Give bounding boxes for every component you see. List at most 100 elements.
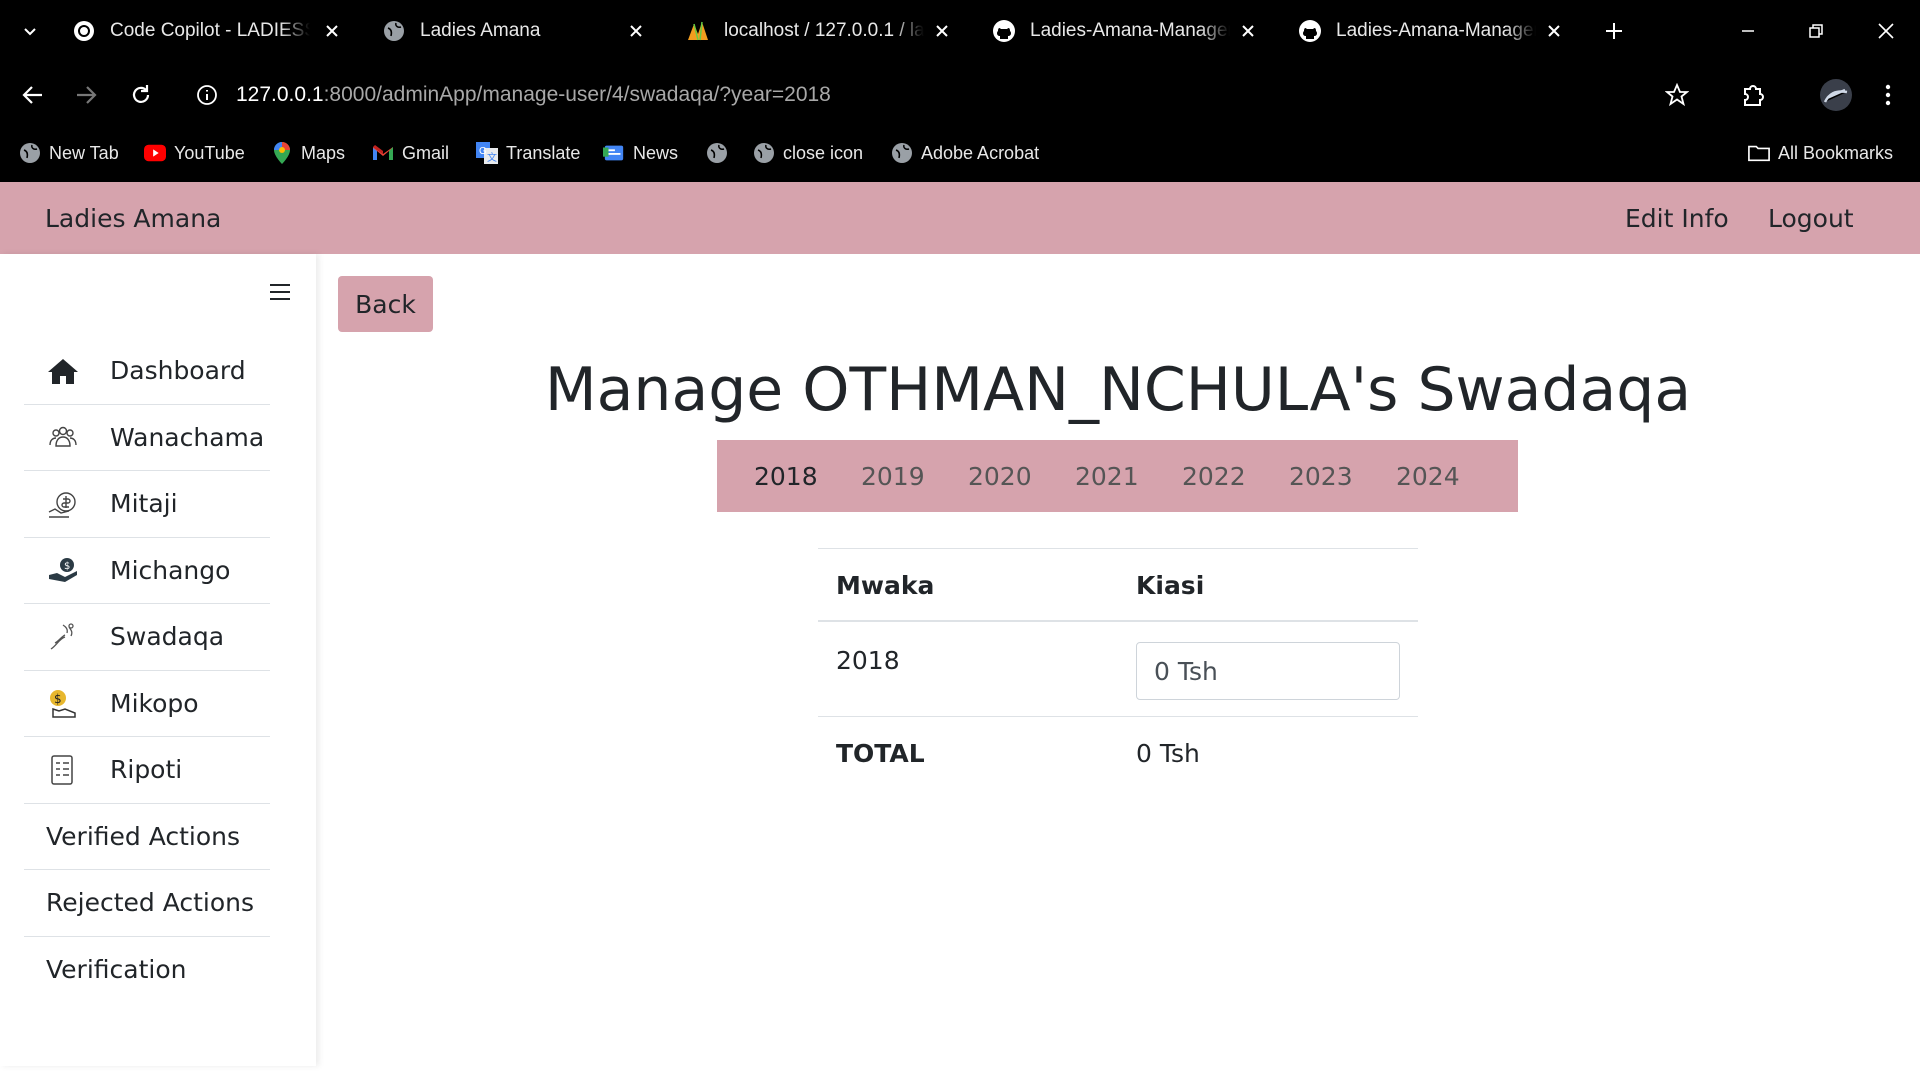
browser-chrome: Code Copilot - LADIESS-S Ladies Amana lo… <box>0 0 1920 183</box>
forward-nav-button[interactable] <box>72 81 100 109</box>
close-icon[interactable] <box>930 19 954 43</box>
bookmark-label: News <box>633 142 679 163</box>
sidebar-item-mikopo[interactable]: $ Mikopo <box>24 671 270 737</box>
globe-icon <box>382 19 406 43</box>
profile-avatar[interactable] <box>1818 77 1854 113</box>
column-header-kiasi: Kiasi <box>1136 571 1205 600</box>
hand-coin-icon: $ <box>46 553 80 587</box>
brand-title[interactable]: Ladies Amana <box>45 204 221 233</box>
back-button[interactable]: Back <box>338 276 433 332</box>
total-label: TOTAL <box>836 739 925 768</box>
bookmark-maps[interactable]: Maps <box>271 140 345 166</box>
sidebar-item-rejected-actions[interactable]: Rejected Actions <box>24 870 270 937</box>
all-bookmarks-label: All Bookmarks <box>1778 142 1894 163</box>
github-icon <box>1298 19 1322 43</box>
reload-icon <box>132 85 150 103</box>
sidebar: Dashboard Wanachama Mitaji $ Michango Sw… <box>0 254 316 1066</box>
edit-info-link[interactable]: Edit Info <box>1625 204 1729 233</box>
all-bookmarks[interactable]: All Bookmarks <box>1748 140 1893 166</box>
sidebar-item-dashboard[interactable]: Dashboard <box>24 338 270 405</box>
tab-github-2[interactable]: Ladies-Amana-Managem <box>1298 0 1566 61</box>
openai-icon <box>72 19 96 43</box>
logout-link[interactable]: Logout <box>1768 204 1854 233</box>
hamburger-menu-button[interactable] <box>268 280 292 304</box>
phpmyadmin-icon <box>686 19 710 43</box>
tab-strip: Code Copilot - LADIESS-S Ladies Amana lo… <box>0 0 1920 61</box>
reload-button[interactable] <box>127 81 155 109</box>
sidebar-item-label: Verification <box>46 955 187 985</box>
bookmark-gmail[interactable]: Gmail <box>372 140 449 166</box>
close-icon[interactable] <box>1236 19 1260 43</box>
globe-icon <box>19 142 41 164</box>
url-field[interactable]: 127.0.0.1:8000/adminApp/manage-user/4/sw… <box>236 81 831 109</box>
loan-icon: $ <box>46 686 80 720</box>
new-tab-button[interactable] <box>1601 18 1627 44</box>
bookmark-youtube[interactable]: YouTube <box>144 140 245 166</box>
year-tab-2021[interactable]: 2021 <box>1075 462 1139 491</box>
sidebar-item-wanachama[interactable]: Wanachama <box>24 405 270 471</box>
sidebar-item-verified-actions[interactable]: Verified Actions <box>24 804 270 870</box>
restore-icon <box>1809 24 1823 38</box>
year-tab-2024[interactable]: 2024 <box>1396 462 1460 491</box>
sidebar-item-mitaji[interactable]: Mitaji <box>24 471 270 538</box>
sidebar-item-michango[interactable]: $ Michango <box>24 538 270 604</box>
tab-title: Ladies-Amana-Managem <box>1336 19 1536 41</box>
youtube-icon <box>144 142 166 164</box>
svg-text:G: G <box>479 146 487 157</box>
sidebar-list: Dashboard Wanachama Mitaji $ Michango Sw… <box>24 338 270 1003</box>
bookmark-new-tab[interactable]: New Tab <box>19 140 119 166</box>
bookmark-label: Adobe Acrobat <box>921 142 1040 163</box>
sidebar-item-label: Wanachama <box>110 422 265 452</box>
gmail-icon <box>372 142 394 164</box>
tab-title: localhost / 127.0.0.1 / lad <box>724 19 924 41</box>
close-icon[interactable] <box>320 19 344 43</box>
puzzle-icon <box>1744 85 1764 106</box>
close-icon <box>1878 23 1894 39</box>
browser-menu-button[interactable] <box>1874 81 1902 109</box>
minimize-button[interactable] <box>1733 16 1763 46</box>
site-info-button[interactable] <box>193 81 221 109</box>
bookmark-news[interactable]: News <box>603 140 678 166</box>
plus-icon <box>1606 23 1622 39</box>
restore-button[interactable] <box>1801 16 1831 46</box>
github-icon <box>992 19 1016 43</box>
svg-text:文: 文 <box>487 151 497 164</box>
bookmark-adobe-acrobat[interactable]: Adobe Acrobat <box>891 140 1039 166</box>
total-amount: 0 Tsh <box>1136 739 1200 768</box>
tab-search-button[interactable] <box>0 0 60 61</box>
chevron-down-icon <box>24 27 36 35</box>
sidebar-item-swadaqa[interactable]: Swadaqa <box>24 604 270 671</box>
sidebar-item-ripoti[interactable]: Ripoti <box>24 737 270 804</box>
tab-ladies-amana[interactable]: Ladies Amana <box>382 0 648 61</box>
bookmark-label: close icon <box>783 142 864 163</box>
tab-code-copilot[interactable]: Code Copilot - LADIESS-S <box>72 0 344 61</box>
report-icon <box>46 753 80 787</box>
close-icon[interactable] <box>1542 19 1566 43</box>
sidebar-item-label: Verified Actions <box>46 821 241 851</box>
close-icon[interactable] <box>624 19 648 43</box>
sidebar-item-label: Dashboard <box>110 356 246 386</box>
url-path: :8000/adminApp/manage-user/4/swadaqa/?ye… <box>323 83 831 106</box>
bookmark-unnamed[interactable] <box>706 140 736 166</box>
bookmark-star-button[interactable] <box>1663 81 1691 109</box>
year-tab-2019[interactable]: 2019 <box>861 462 925 491</box>
year-tab-2018[interactable]: 2018 <box>754 462 818 491</box>
sidebar-item-label: Rejected Actions <box>46 888 255 918</box>
tab-phpmyadmin[interactable]: localhost / 127.0.0.1 / lad <box>686 0 954 61</box>
year-tab-2020[interactable]: 2020 <box>968 462 1032 491</box>
amount-input[interactable]: 0 Tsh <box>1136 642 1400 700</box>
back-nav-button[interactable] <box>19 81 47 109</box>
url-host: 127.0.0.1 <box>236 83 324 106</box>
year-tab-2022[interactable]: 2022 <box>1182 462 1246 491</box>
swadaqa-table: Mwaka Kiasi 2018 0 Tsh TOTAL 0 Tsh <box>818 548 1418 789</box>
bookmarks-bar: New Tab YouTube Maps Gmail G文 Translate … <box>0 128 1920 183</box>
bookmark-translate[interactable]: G文 Translate <box>476 140 580 166</box>
close-window-button[interactable] <box>1871 16 1901 46</box>
star-icon <box>1665 83 1689 107</box>
sidebar-item-verification[interactable]: Verification <box>24 937 270 1004</box>
address-bar-row: 127.0.0.1:8000/adminApp/manage-user/4/sw… <box>0 61 1920 128</box>
year-tab-2023[interactable]: 2023 <box>1289 462 1353 491</box>
extensions-button[interactable] <box>1739 81 1767 109</box>
tab-github-1[interactable]: Ladies-Amana-Managem <box>992 0 1260 61</box>
bookmark-close-icon[interactable]: close icon <box>753 140 863 166</box>
